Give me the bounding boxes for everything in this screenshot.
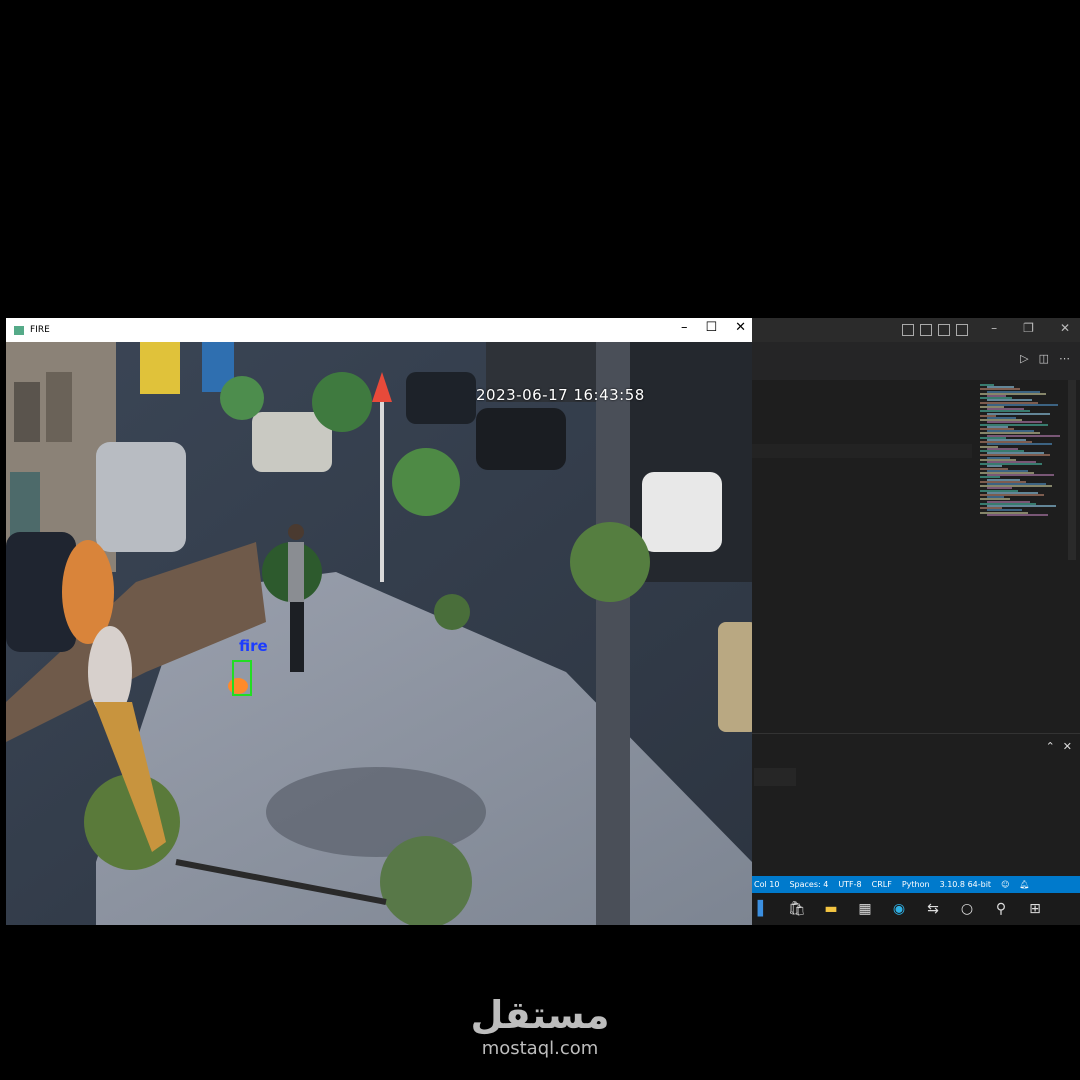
camera-feed: 2023-06-17 16:43:58 fire — [6, 342, 752, 925]
car-dark — [406, 372, 476, 424]
close-icon[interactable]: ✕ — [1060, 321, 1070, 335]
watermark-latin: mostaql.com — [481, 1038, 599, 1059]
store-icon[interactable]: 🛍︎ — [788, 900, 806, 918]
status-encoding[interactable]: UTF-8 — [838, 880, 861, 889]
close-panel-icon[interactable]: ✕ — [1063, 740, 1072, 753]
person-torso — [288, 542, 304, 602]
terminal-panel: ⌃ ✕ — [752, 733, 1080, 877]
fire-window: FIRE – ☐ ✕ 2023-06-17 16:43:58 fire — [6, 318, 752, 925]
car-white — [642, 472, 722, 552]
vscode-window: – ❐ ✕ ▷ ◫ ⋯ ⌃ ✕ Col 10 Spaces: 4 UTF-8 C… — [752, 318, 1080, 925]
layout-icon[interactable] — [902, 324, 914, 336]
detection-label: fire — [239, 637, 268, 655]
status-eol[interactable]: CRLF — [872, 880, 892, 889]
car-dark-2 — [476, 408, 566, 470]
car-left-2 — [96, 442, 186, 552]
feedback-icon[interactable]: ☺ — [1001, 880, 1009, 889]
windows-taskbar: ▌ 🛍︎ ▬ ▦ ◉ ⇆ ○ ⚲ ⊞ — [752, 893, 1080, 925]
restore-icon[interactable]: ❐ — [1023, 321, 1034, 335]
maximize-panel-icon[interactable]: ⌃ — [1046, 740, 1055, 753]
cortana-icon[interactable]: ○ — [958, 900, 976, 918]
minimap-line — [987, 513, 1048, 516]
watermark-arabic: مستقل — [470, 993, 610, 1037]
minimap-line — [987, 412, 1050, 415]
windows-icon[interactable]: ⊞ — [1026, 900, 1044, 918]
detection-box — [232, 660, 252, 696]
edge-icon[interactable]: ◉ — [890, 900, 908, 918]
line-highlight — [752, 444, 972, 458]
calculator-icon[interactable]: ▦ — [856, 900, 874, 918]
shop-sign — [140, 342, 180, 394]
minimize-icon[interactable]: – — [991, 321, 997, 335]
search-icon[interactable]: ⚲ — [992, 900, 1010, 918]
status-interpreter[interactable]: 3.10.8 64-bit — [940, 880, 992, 889]
layout-icon[interactable] — [956, 324, 968, 336]
pole — [596, 342, 630, 925]
file-explorer-icon[interactable]: ▬ — [822, 900, 840, 918]
bell-icon[interactable]: 🔔︎ — [1019, 880, 1029, 889]
status-indent[interactable]: Spaces: 4 — [789, 880, 828, 889]
maximize-button[interactable]: ☐ — [705, 320, 717, 335]
street-scene — [6, 342, 752, 925]
vscode-taskbar-icon[interactable]: ▌ — [754, 900, 772, 918]
minimap[interactable] — [978, 384, 1068, 524]
video-timestamp: 2023-06-17 16:43:58 — [476, 386, 645, 404]
more-actions-icon[interactable]: ⋯ — [1059, 352, 1070, 365]
app-icon — [14, 325, 24, 335]
network-icon[interactable]: ⇆ — [924, 900, 942, 918]
layout-icon[interactable] — [920, 324, 932, 336]
status-cursor[interactable]: Col 10 — [754, 880, 779, 889]
status-bar: Col 10 Spaces: 4 UTF-8 CRLF Python 3.10.… — [752, 876, 1080, 893]
close-button[interactable]: ✕ — [735, 320, 746, 335]
minimize-button[interactable]: – — [681, 320, 688, 335]
status-language[interactable]: Python — [902, 880, 930, 889]
fire-window-titlebar[interactable]: FIRE – ☐ ✕ — [6, 318, 752, 342]
terminal-input[interactable] — [754, 768, 796, 786]
editor-tabbar: ▷ ◫ ⋯ — [752, 342, 1080, 380]
layout-controls[interactable] — [902, 324, 968, 336]
vscode-titlebar: – ❐ ✕ — [752, 318, 1080, 342]
split-editor-icon[interactable]: ◫ — [1039, 352, 1049, 365]
car-beige — [718, 622, 752, 732]
run-icon[interactable]: ▷ — [1020, 352, 1028, 365]
layout-icon[interactable] — [938, 324, 950, 336]
code-editor[interactable] — [752, 380, 1080, 730]
watermark: مستقل mostaql.com — [440, 996, 640, 1059]
window-title: FIRE — [30, 325, 50, 335]
editor-scrollbar[interactable] — [1068, 380, 1076, 560]
